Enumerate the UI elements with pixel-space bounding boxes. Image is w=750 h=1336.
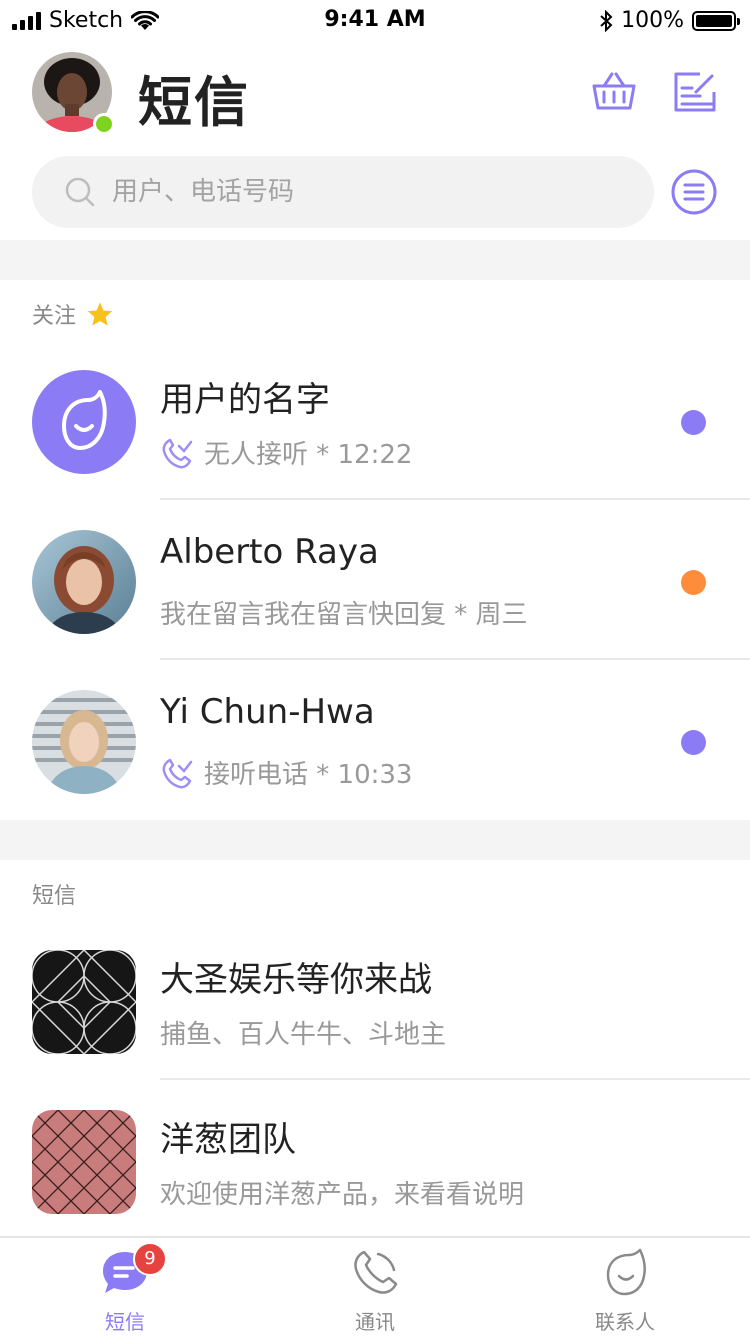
tab-label: 通讯 xyxy=(355,1310,395,1334)
contact-subtitle-text: 接听电话 * 10:33 xyxy=(204,760,413,790)
search-input[interactable] xyxy=(112,174,612,210)
avatar xyxy=(32,1110,136,1214)
contact-name: Alberto Raya xyxy=(160,532,379,572)
messages-label: 短信 xyxy=(32,884,77,909)
tab-contacts[interactable]: 联系人 xyxy=(500,1238,750,1336)
list-item[interactable]: 洋葱团队 欢迎使用洋葱产品，来看看说明 xyxy=(0,1080,750,1240)
contact-subtitle: 接听电话 * 10:33 xyxy=(160,754,412,791)
status-bar: Sketch 9:41 AM 100% xyxy=(0,0,750,42)
unread-dot xyxy=(681,730,706,755)
messages-section-label: 短信 xyxy=(32,878,76,910)
star-icon xyxy=(87,302,113,326)
tab-messages[interactable]: 9 短信 xyxy=(0,1238,250,1336)
bluetooth-icon xyxy=(600,9,613,32)
tab-label: 联系人 xyxy=(595,1310,655,1334)
page-title: 短信 xyxy=(138,71,250,134)
avatar xyxy=(32,950,136,1054)
avatar xyxy=(32,530,136,634)
conversation-preview-text: 欢迎使用洋葱产品，来看看说明 xyxy=(160,1180,525,1210)
status-right: 100% xyxy=(599,8,740,33)
favorites-label: 关注 xyxy=(32,304,77,329)
conversation-preview: 欢迎使用洋葱产品，来看看说明 xyxy=(160,1174,524,1211)
online-status-dot xyxy=(93,113,115,135)
phone-icon xyxy=(354,1250,398,1294)
contact-subtitle-text: 我在留言我在留言快回复 * 周三 xyxy=(160,600,528,630)
basket-icon[interactable] xyxy=(590,68,638,116)
conversation-name: 大圣娱乐等你来战 xyxy=(160,960,432,1000)
avatar xyxy=(32,370,136,474)
compose-icon[interactable] xyxy=(670,70,718,118)
list-item[interactable]: 大圣娱乐等你来战 捕鱼、百人牛牛、斗地主 xyxy=(0,920,750,1080)
battery-percent: 100% xyxy=(621,8,684,33)
conversation-preview: 捕鱼、百人牛牛、斗地主 xyxy=(160,1014,446,1051)
unread-dot xyxy=(681,410,706,435)
contact-name: Yi Chun-Hwa xyxy=(160,692,375,732)
list-item[interactable]: 用户的名字 无人接听 * 12:22 xyxy=(0,340,750,500)
section-divider xyxy=(0,820,750,860)
tab-label: 短信 xyxy=(105,1310,145,1334)
unread-badge: 9 xyxy=(133,1242,167,1276)
call-missed-icon xyxy=(162,438,193,468)
tab-calls[interactable]: 通讯 xyxy=(250,1238,500,1336)
filter-list-icon[interactable] xyxy=(670,168,718,216)
search-icon xyxy=(65,177,95,207)
contact-icon xyxy=(606,1248,647,1296)
battery-icon xyxy=(692,10,740,31)
list-item[interactable]: Alberto Raya 我在留言我在留言快回复 * 周三 xyxy=(0,500,750,660)
contact-name: 用户的名字 xyxy=(160,380,330,420)
contact-subtitle-text: 无人接听 * 12:22 xyxy=(204,440,413,470)
contact-subtitle: 我在留言我在留言快回复 * 周三 xyxy=(160,594,528,631)
contact-subtitle: 无人接听 * 12:22 xyxy=(160,434,412,471)
avatar xyxy=(32,690,136,794)
list-item[interactable]: Yi Chun-Hwa 接听电话 * 10:33 xyxy=(0,660,750,820)
conversation-name: 洋葱团队 xyxy=(160,1120,296,1160)
unread-dot xyxy=(681,570,706,595)
section-divider xyxy=(0,240,750,280)
tab-bar: 9 短信 通讯 联系人 xyxy=(0,1236,750,1336)
call-answered-icon xyxy=(162,758,193,788)
favorites-section-label: 关注 xyxy=(32,298,114,330)
conversation-preview-text: 捕鱼、百人牛牛、斗地主 xyxy=(160,1020,447,1050)
